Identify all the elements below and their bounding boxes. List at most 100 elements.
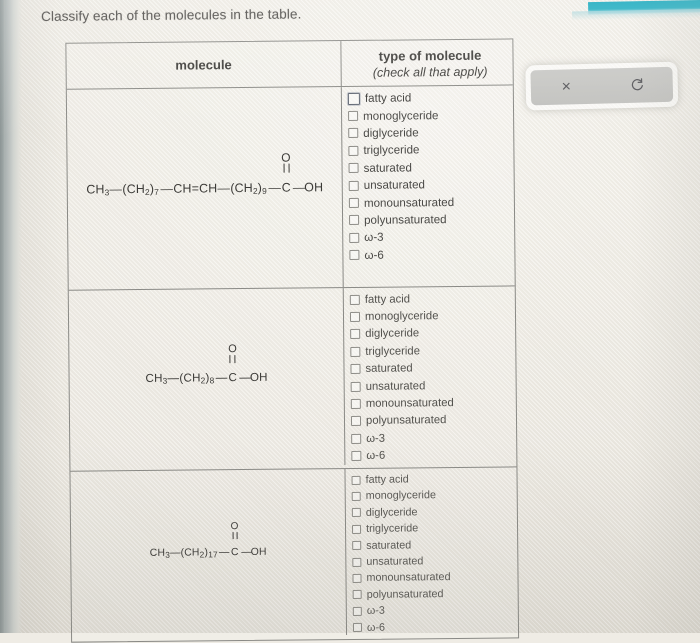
checkbox-icon[interactable] bbox=[347, 92, 360, 105]
options-cell-1: fatty acid monoglyceride diglyceride tri… bbox=[342, 85, 515, 287]
checkbox-icon[interactable] bbox=[349, 232, 360, 243]
header-sublabel-check-all: (check all that apply) bbox=[372, 64, 488, 80]
option-monounsaturated[interactable]: monounsaturated bbox=[348, 193, 514, 212]
close-x-icon: × bbox=[561, 77, 572, 96]
option-label: diglyceride bbox=[363, 126, 419, 140]
option-label: unsaturated bbox=[366, 555, 424, 568]
carbonyl-group-2: OC bbox=[226, 343, 239, 384]
checkbox-icon[interactable] bbox=[352, 606, 362, 616]
checkbox-icon[interactable] bbox=[348, 145, 359, 156]
checkbox-icon[interactable] bbox=[348, 128, 359, 139]
clear-answer-button[interactable]: × bbox=[530, 69, 602, 106]
option-triglyceride[interactable]: triglyceride bbox=[351, 519, 517, 537]
option-label: ω-6 bbox=[366, 621, 386, 634]
checkbox-icon[interactable] bbox=[351, 524, 362, 534]
option-monoglyceride[interactable]: monoglyceride bbox=[351, 487, 517, 505]
option-fatty-acid[interactable]: fatty acid bbox=[349, 289, 515, 308]
table-row: CH3— (CH2)17 — O C —OH fatty acid monoglyce… bbox=[70, 466, 519, 642]
checkbox-icon[interactable] bbox=[349, 294, 360, 305]
option-label: diglyceride bbox=[365, 506, 418, 519]
option-monoglyceride[interactable]: monoglyceride bbox=[348, 106, 513, 125]
option-monounsaturated[interactable]: monounsaturated bbox=[352, 569, 517, 587]
checkbox-icon[interactable] bbox=[350, 398, 361, 410]
checkbox-icon[interactable] bbox=[351, 508, 361, 518]
alkene-ch-right: CH bbox=[199, 180, 218, 195]
option-omega-6[interactable]: ω-6 bbox=[349, 245, 514, 264]
checkbox-icon[interactable] bbox=[350, 346, 361, 357]
option-label: fatty acid bbox=[364, 293, 411, 306]
option-triglyceride[interactable]: triglyceride bbox=[348, 141, 513, 160]
option-label: triglyceride bbox=[365, 345, 421, 358]
option-omega-3[interactable]: ω-3 bbox=[349, 228, 514, 247]
carbonyl-oxygen: O bbox=[230, 520, 239, 533]
option-polyunsaturated[interactable]: polyunsaturated bbox=[350, 411, 516, 430]
group-ch2-a: (CH bbox=[179, 370, 201, 385]
checkbox-group-2: fatty acid monoglyceride diglyceride tri… bbox=[349, 289, 517, 465]
checkbox-icon[interactable] bbox=[351, 433, 362, 444]
option-label: ω-6 bbox=[364, 248, 384, 262]
option-unsaturated[interactable]: unsaturated bbox=[350, 376, 516, 395]
checkbox-icon[interactable] bbox=[349, 250, 360, 261]
option-omega-6[interactable]: ω-6 bbox=[351, 446, 516, 465]
checkbox-icon[interactable] bbox=[352, 623, 363, 633]
molecule-cell-1: CH3— (CH2)7 — CH=CH— (CH2)9 — O C —OH bbox=[66, 87, 344, 290]
option-diglyceride[interactable]: diglyceride bbox=[348, 123, 513, 142]
checkbox-icon[interactable] bbox=[351, 491, 361, 501]
option-fatty-acid[interactable]: fatty acid bbox=[347, 88, 513, 107]
checkbox-group-1: fatty acid monoglyceride diglyceride tri… bbox=[347, 88, 515, 264]
hydroxyl-group: OH bbox=[249, 370, 268, 384]
option-unsaturated[interactable]: unsaturated bbox=[348, 175, 514, 194]
checkbox-icon[interactable] bbox=[351, 451, 362, 462]
carbonyl-group-3: OC bbox=[228, 521, 241, 558]
option-label: triglyceride bbox=[363, 143, 420, 158]
checkbox-icon[interactable] bbox=[350, 364, 361, 375]
reset-answer-button[interactable] bbox=[601, 67, 673, 104]
carbonyl-carbon: C bbox=[228, 370, 238, 384]
molecule-structure-3: CH3— (CH2)17 — O C —OH bbox=[149, 520, 267, 560]
option-saturated[interactable]: saturated bbox=[348, 158, 513, 177]
option-label: saturated bbox=[365, 362, 413, 376]
checkbox-icon[interactable] bbox=[349, 311, 361, 323]
option-label: saturated bbox=[366, 539, 412, 552]
option-label: unsaturated bbox=[365, 379, 426, 393]
option-label: monoglyceride bbox=[363, 108, 439, 123]
table-row: CH3— (CH2)7 — CH=CH— (CH2)9 — O C —OH fatty… bbox=[66, 84, 515, 290]
checkbox-icon[interactable] bbox=[350, 381, 361, 392]
option-omega-3[interactable]: ω-3 bbox=[351, 429, 516, 448]
checkbox-icon[interactable] bbox=[351, 475, 361, 485]
option-label: ω-6 bbox=[366, 449, 386, 463]
checkbox-icon[interactable] bbox=[352, 590, 362, 600]
checkbox-group-3: fatty acid monoglyceride diglyceride tri… bbox=[351, 470, 518, 635]
option-omega-6[interactable]: ω-6 bbox=[352, 618, 518, 636]
option-unsaturated[interactable]: unsaturated bbox=[352, 552, 517, 570]
option-label: unsaturated bbox=[363, 178, 426, 193]
checkbox-icon[interactable] bbox=[349, 215, 360, 226]
checkbox-icon[interactable] bbox=[348, 180, 359, 191]
option-label: ω-3 bbox=[364, 230, 384, 245]
option-saturated[interactable]: saturated bbox=[350, 359, 515, 378]
option-fatty-acid[interactable]: fatty acid bbox=[351, 470, 516, 488]
option-omega-3[interactable]: ω-3 bbox=[352, 601, 518, 619]
checkbox-icon[interactable] bbox=[348, 110, 359, 122]
checkbox-icon[interactable] bbox=[350, 329, 361, 340]
checkbox-icon[interactable] bbox=[352, 557, 362, 567]
option-monounsaturated[interactable]: monounsaturated bbox=[350, 394, 516, 413]
option-label: monounsaturated bbox=[365, 397, 454, 410]
option-polyunsaturated[interactable]: polyunsaturated bbox=[349, 210, 514, 229]
checkbox-icon[interactable] bbox=[352, 573, 362, 583]
checkbox-icon[interactable] bbox=[348, 163, 359, 174]
option-polyunsaturated[interactable]: polyunsaturated bbox=[352, 585, 518, 603]
option-label: polyunsaturated bbox=[364, 212, 447, 227]
group-ch3: CH bbox=[145, 371, 163, 385]
option-monoglyceride[interactable]: monoglyceride bbox=[349, 307, 515, 326]
table-header-row: molecule type of molecule (check all tha… bbox=[66, 39, 512, 89]
checkbox-icon[interactable] bbox=[352, 541, 362, 551]
option-label: saturated bbox=[363, 161, 412, 175]
checkbox-icon[interactable] bbox=[348, 197, 359, 209]
option-triglyceride[interactable]: triglyceride bbox=[350, 342, 515, 361]
option-diglyceride[interactable]: diglyceride bbox=[350, 324, 515, 343]
checkbox-icon[interactable] bbox=[350, 416, 362, 427]
option-saturated[interactable]: saturated bbox=[352, 536, 517, 554]
option-diglyceride[interactable]: diglyceride bbox=[351, 503, 517, 521]
option-label: monoglyceride bbox=[364, 310, 439, 323]
